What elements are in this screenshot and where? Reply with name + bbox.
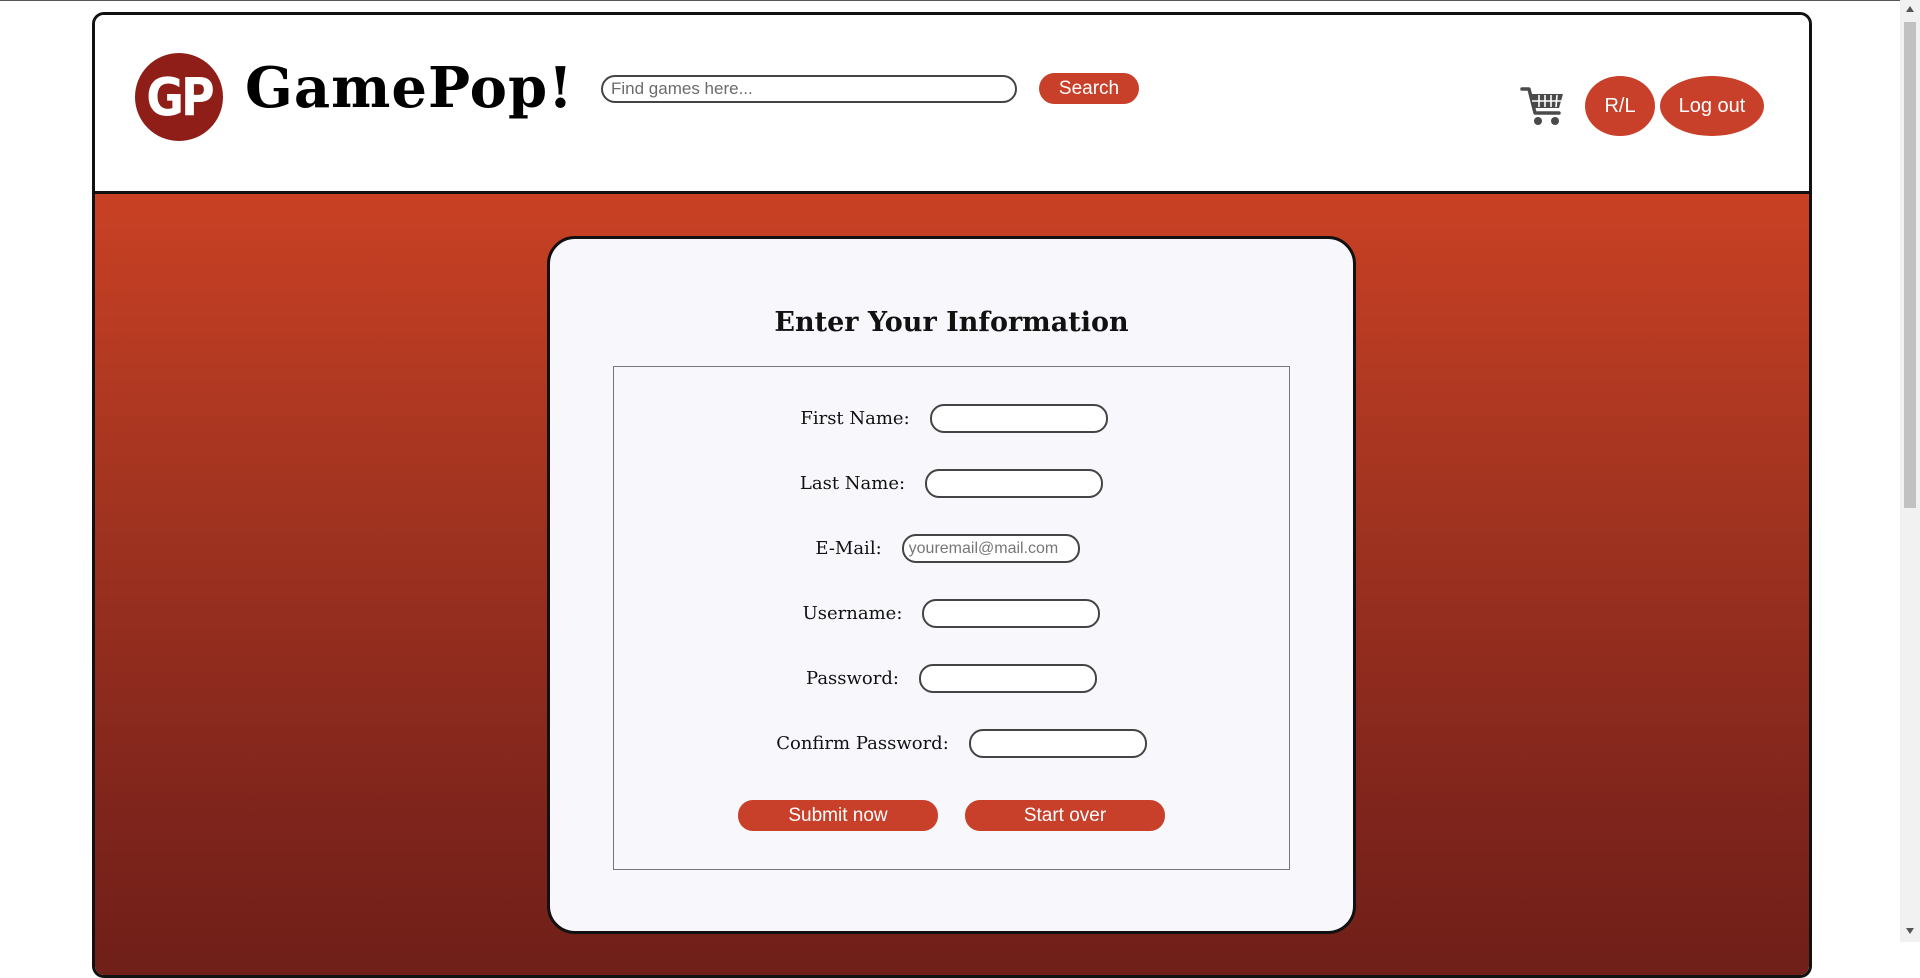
search-button[interactable]: Search — [1039, 73, 1139, 104]
rl-button[interactable]: R/L — [1585, 76, 1655, 136]
shopping-cart-icon[interactable] — [1519, 81, 1569, 131]
hero-section: Enter Your Information First Name: Last … — [95, 194, 1809, 975]
site-header: GP GamePop! Search R/L Log out — [95, 15, 1809, 194]
registration-card: Enter Your Information First Name: Last … — [547, 236, 1356, 934]
password-label: Password: — [806, 668, 899, 689]
window-top-border — [0, 0, 1920, 1]
first-name-label: First Name: — [800, 408, 910, 429]
first-name-row: First Name: — [614, 404, 1289, 433]
scroll-up-icon[interactable] — [1906, 6, 1914, 12]
form-buttons: Submit now Start over — [614, 800, 1289, 831]
logo-text: GP — [146, 65, 215, 129]
last-name-input[interactable] — [925, 469, 1104, 498]
password-row: Password: — [614, 664, 1289, 693]
password-input[interactable] — [918, 664, 1097, 693]
submit-button[interactable]: Submit now — [738, 800, 938, 831]
confirm-password-label: Confirm Password: — [776, 733, 949, 754]
logout-button[interactable]: Log out — [1660, 76, 1764, 136]
confirm-password-row: Confirm Password: — [614, 729, 1289, 758]
page-container: GP GamePop! Search R/L Log out Enter You… — [92, 12, 1812, 978]
search-input[interactable] — [601, 75, 1017, 103]
first-name-input[interactable] — [929, 404, 1108, 433]
form-title: Enter Your Information — [774, 307, 1129, 338]
last-name-row: Last Name: — [614, 469, 1289, 498]
email-input[interactable] — [901, 534, 1080, 563]
brand-name: GamePop! — [245, 55, 574, 121]
registration-fieldset: First Name: Last Name: E-Mail: Username: — [613, 366, 1290, 870]
confirm-password-input[interactable] — [968, 729, 1147, 758]
email-label: E-Mail: — [815, 538, 882, 559]
username-row: Username: — [614, 599, 1289, 628]
username-input[interactable] — [922, 599, 1101, 628]
scrollbar-thumb[interactable] — [1904, 22, 1916, 508]
site-logo[interactable]: GP — [135, 53, 223, 141]
scroll-down-icon[interactable] — [1906, 928, 1914, 934]
start-over-button[interactable]: Start over — [965, 800, 1165, 831]
username-label: Username: — [802, 603, 903, 624]
last-name-label: Last Name: — [799, 473, 906, 494]
email-row: E-Mail: — [614, 534, 1289, 563]
vertical-scrollbar[interactable] — [1900, 0, 1920, 942]
